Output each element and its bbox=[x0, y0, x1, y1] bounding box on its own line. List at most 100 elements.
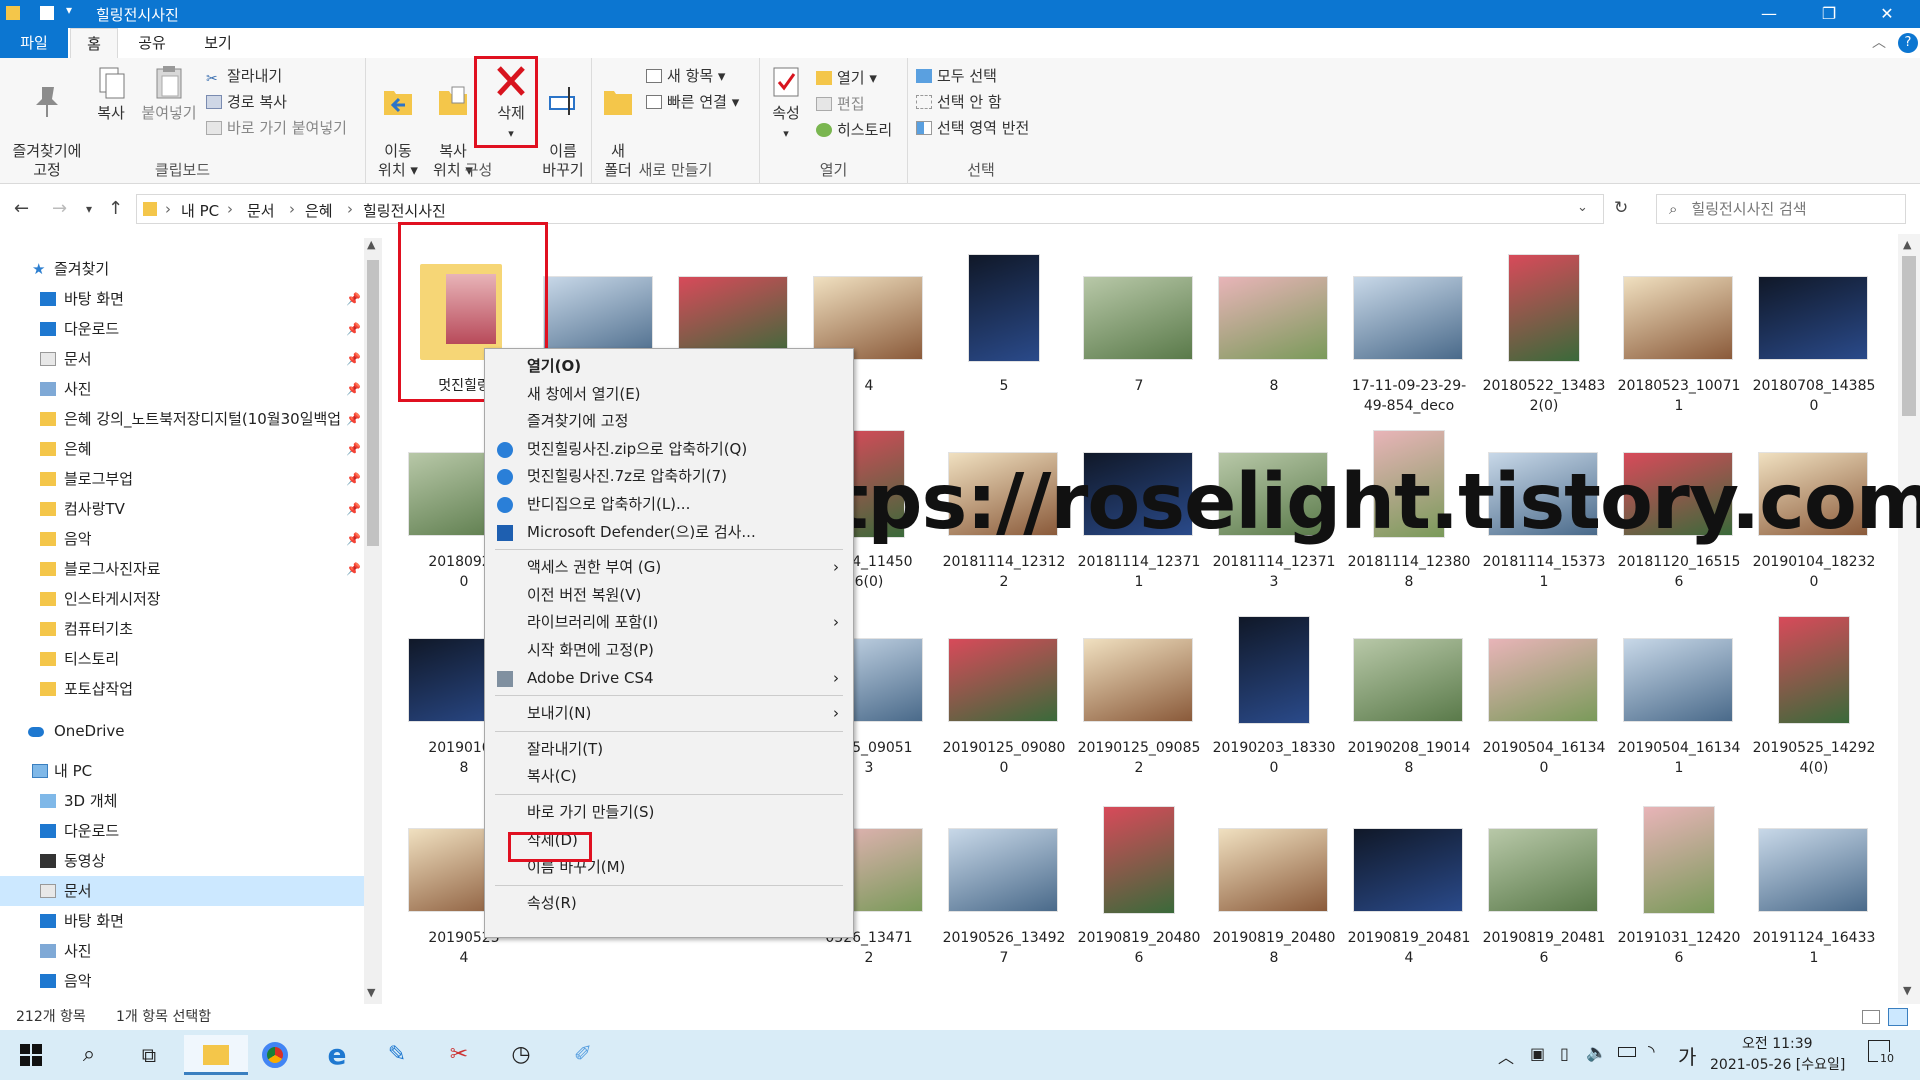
nav-pc-item[interactable]: 음악 bbox=[0, 966, 364, 996]
easy-access-button[interactable]: 빠른 연결 ▾ bbox=[646, 90, 739, 114]
pin-icon[interactable]: 📌 bbox=[346, 314, 361, 344]
new-item-button[interactable]: 새 항목 ▾ bbox=[646, 64, 725, 88]
up-icon[interactable]: ↑ bbox=[108, 198, 123, 219]
show-hidden-icons-icon[interactable]: ︿ bbox=[1498, 1044, 1514, 1068]
tab-file[interactable]: 파일 bbox=[0, 28, 68, 58]
pin-icon[interactable]: 📌 bbox=[346, 554, 361, 584]
minimize-icon[interactable]: — bbox=[1740, 0, 1798, 28]
ime-indicator[interactable]: 가 bbox=[1678, 1041, 1696, 1070]
pin-icon[interactable]: 📌 bbox=[346, 404, 361, 434]
menu-item[interactable]: 바로 가기 만들기(S) bbox=[485, 799, 853, 826]
nav-quick-item[interactable]: 인스타게시저장 bbox=[0, 584, 364, 614]
nav-this-pc[interactable]: 내 PC bbox=[0, 756, 364, 786]
recent-locations-icon[interactable]: ▾ bbox=[86, 202, 92, 216]
address-dropdown-icon[interactable]: ⌄ bbox=[1577, 200, 1588, 215]
nav-quick-item[interactable]: 음악 📌 bbox=[0, 524, 364, 554]
select-none-button[interactable]: 선택 안 함 bbox=[916, 90, 1002, 114]
nav-quick-item[interactable]: 포토샵작업 bbox=[0, 674, 364, 704]
scroll-up-icon[interactable]: ▲ bbox=[367, 238, 375, 251]
paint-app-icon[interactable]: ✐ bbox=[556, 1035, 610, 1075]
nav-quick-item[interactable]: 티스토리 bbox=[0, 644, 364, 674]
nav-pc-item[interactable]: 3D 개체 bbox=[0, 786, 364, 816]
breadcrumb-current-folder[interactable]: 힐링전시사진 bbox=[363, 200, 446, 221]
menu-item[interactable]: 반디집으로 압축하기(L)... bbox=[485, 491, 853, 518]
menu-item[interactable]: 시작 화면에 고정(P) bbox=[485, 637, 853, 664]
nav-quick-item[interactable]: 문서 📌 bbox=[0, 344, 364, 374]
nav-quick-item[interactable]: 은혜 강의_노트북저장디지털(10월30일백업 📌 bbox=[0, 404, 364, 434]
history-button[interactable]: 히스토리 bbox=[816, 118, 892, 142]
clock-app-icon[interactable]: ◷ bbox=[494, 1035, 548, 1075]
scroll-up-icon[interactable]: ▲ bbox=[1903, 238, 1911, 251]
edit-button[interactable]: 편집 bbox=[816, 92, 865, 116]
refresh-icon[interactable]: ↻ bbox=[1614, 198, 1628, 218]
pin-icon[interactable]: 📌 bbox=[346, 344, 361, 374]
nav-quick-item[interactable]: 다운로드 📌 bbox=[0, 314, 364, 344]
nav-pc-item[interactable]: 문서 bbox=[0, 876, 364, 906]
maximize-icon[interactable]: ❐ bbox=[1800, 0, 1858, 28]
nav-scrollbar[interactable]: ▲ ▼ bbox=[364, 238, 382, 1004]
menu-item[interactable]: Microsoft Defender(으)로 검사... bbox=[485, 519, 853, 546]
chrome-icon[interactable] bbox=[248, 1035, 302, 1075]
help-icon[interactable]: ? bbox=[1898, 33, 1918, 53]
usb-device-icon[interactable]: ▯ bbox=[1560, 1044, 1569, 1063]
properties-check-icon[interactable] bbox=[40, 6, 54, 20]
search-icon[interactable]: ⌕ bbox=[62, 1035, 116, 1075]
nav-onedrive[interactable]: OneDrive bbox=[0, 716, 364, 746]
internet-explorer-icon[interactable]: e bbox=[310, 1035, 364, 1075]
large-icons-view-icon[interactable] bbox=[1888, 1008, 1908, 1026]
snipping-tool-icon[interactable]: ✂ bbox=[432, 1035, 486, 1075]
forward-icon[interactable]: → bbox=[52, 198, 67, 219]
content-scroll-thumb[interactable] bbox=[1902, 256, 1916, 416]
menu-item[interactable]: 새 창에서 열기(E) bbox=[485, 381, 853, 408]
notepad-app-icon[interactable]: ✎ bbox=[370, 1035, 424, 1075]
breadcrumb-eunhye[interactable]: 은혜 bbox=[305, 200, 333, 221]
breadcrumb-this-pc[interactable]: 내 PC bbox=[181, 200, 219, 221]
menu-item[interactable]: 속성(R) bbox=[485, 890, 853, 917]
nav-quick-item[interactable]: 사진 📌 bbox=[0, 374, 364, 404]
menu-item[interactable]: 멋진힐링사진.zip으로 압축하기(Q) bbox=[485, 436, 853, 463]
menu-item[interactable]: 라이브러리에 포함(I) › bbox=[485, 609, 853, 636]
nav-pc-item[interactable]: 다운로드 bbox=[0, 816, 364, 846]
menu-item[interactable]: Adobe Drive CS4 › bbox=[485, 665, 853, 692]
nav-quick-item[interactable]: 블로그부업 📌 bbox=[0, 464, 364, 494]
pin-icon[interactable]: 📌 bbox=[346, 434, 361, 464]
pin-icon[interactable]: 📌 bbox=[346, 524, 361, 554]
menu-item[interactable]: 즐겨찾기에 고정 bbox=[485, 408, 853, 435]
nav-pc-item[interactable]: 바탕 화면 bbox=[0, 906, 364, 936]
nav-quick-item[interactable]: 바탕 화면 📌 bbox=[0, 284, 364, 314]
wifi-icon[interactable]: ◝ bbox=[1648, 1042, 1655, 1062]
select-all-button[interactable]: 모두 선택 bbox=[916, 64, 997, 88]
invert-selection-button[interactable]: 선택 영역 반전 bbox=[916, 116, 1029, 140]
nav-quick-item[interactable]: 블로그사진자료 📌 bbox=[0, 554, 364, 584]
menu-item[interactable]: 이전 버전 복원(V) bbox=[485, 582, 853, 609]
nav-pc-item[interactable]: 동영상 bbox=[0, 846, 364, 876]
clock-time[interactable]: 오전 11:39 bbox=[1742, 1033, 1813, 1053]
start-windows-icon[interactable] bbox=[4, 1035, 58, 1075]
ribbon-collapse-icon[interactable]: ︿ bbox=[1872, 32, 1886, 52]
pin-icon[interactable]: 📌 bbox=[346, 494, 361, 524]
back-icon[interactable]: ← bbox=[14, 198, 29, 219]
paste-shortcut-button[interactable]: 바로 가기 붙여넣기 bbox=[206, 116, 347, 140]
address-input[interactable]: › 내 PC › 문서 › 은혜 › 힐링전시사진 ⌄ bbox=[136, 194, 1604, 224]
menu-item[interactable]: 액세스 권한 부여 (G) › bbox=[485, 554, 853, 581]
cut-button[interactable]: ✂ 잘라내기 bbox=[206, 64, 282, 88]
close-icon[interactable]: ✕ bbox=[1858, 0, 1916, 28]
menu-item[interactable]: 멋진힐링사진.7z로 압축하기(7) bbox=[485, 463, 853, 490]
volume-icon[interactable]: 🔈 bbox=[1586, 1043, 1607, 1063]
menu-item[interactable]: 보내기(N) › bbox=[485, 700, 853, 727]
breadcrumb-documents[interactable]: 문서 bbox=[247, 200, 275, 221]
open-button[interactable]: 열기 ▾ bbox=[816, 66, 877, 90]
content-scrollbar[interactable]: ▲ ▼ bbox=[1898, 234, 1920, 1004]
menu-item[interactable]: 열기(O) bbox=[485, 353, 853, 380]
details-view-icon[interactable] bbox=[1862, 1010, 1880, 1024]
tab-view[interactable]: 보기 bbox=[190, 28, 246, 58]
clock-date[interactable]: 2021-05-26 [수요일] bbox=[1710, 1054, 1845, 1074]
task-view-icon[interactable]: ⧉ bbox=[122, 1035, 176, 1075]
copy-button[interactable]: 복사 bbox=[90, 64, 132, 123]
nav-pc-item[interactable]: 사진 bbox=[0, 936, 364, 966]
tab-home[interactable]: 홈 bbox=[70, 28, 118, 58]
pin-icon[interactable]: 📌 bbox=[346, 284, 361, 314]
copy-path-button[interactable]: 경로 복사 bbox=[206, 90, 287, 114]
nav-quick-access[interactable]: ★ 즐겨찾기 bbox=[0, 254, 364, 284]
tab-share[interactable]: 공유 bbox=[128, 28, 176, 58]
